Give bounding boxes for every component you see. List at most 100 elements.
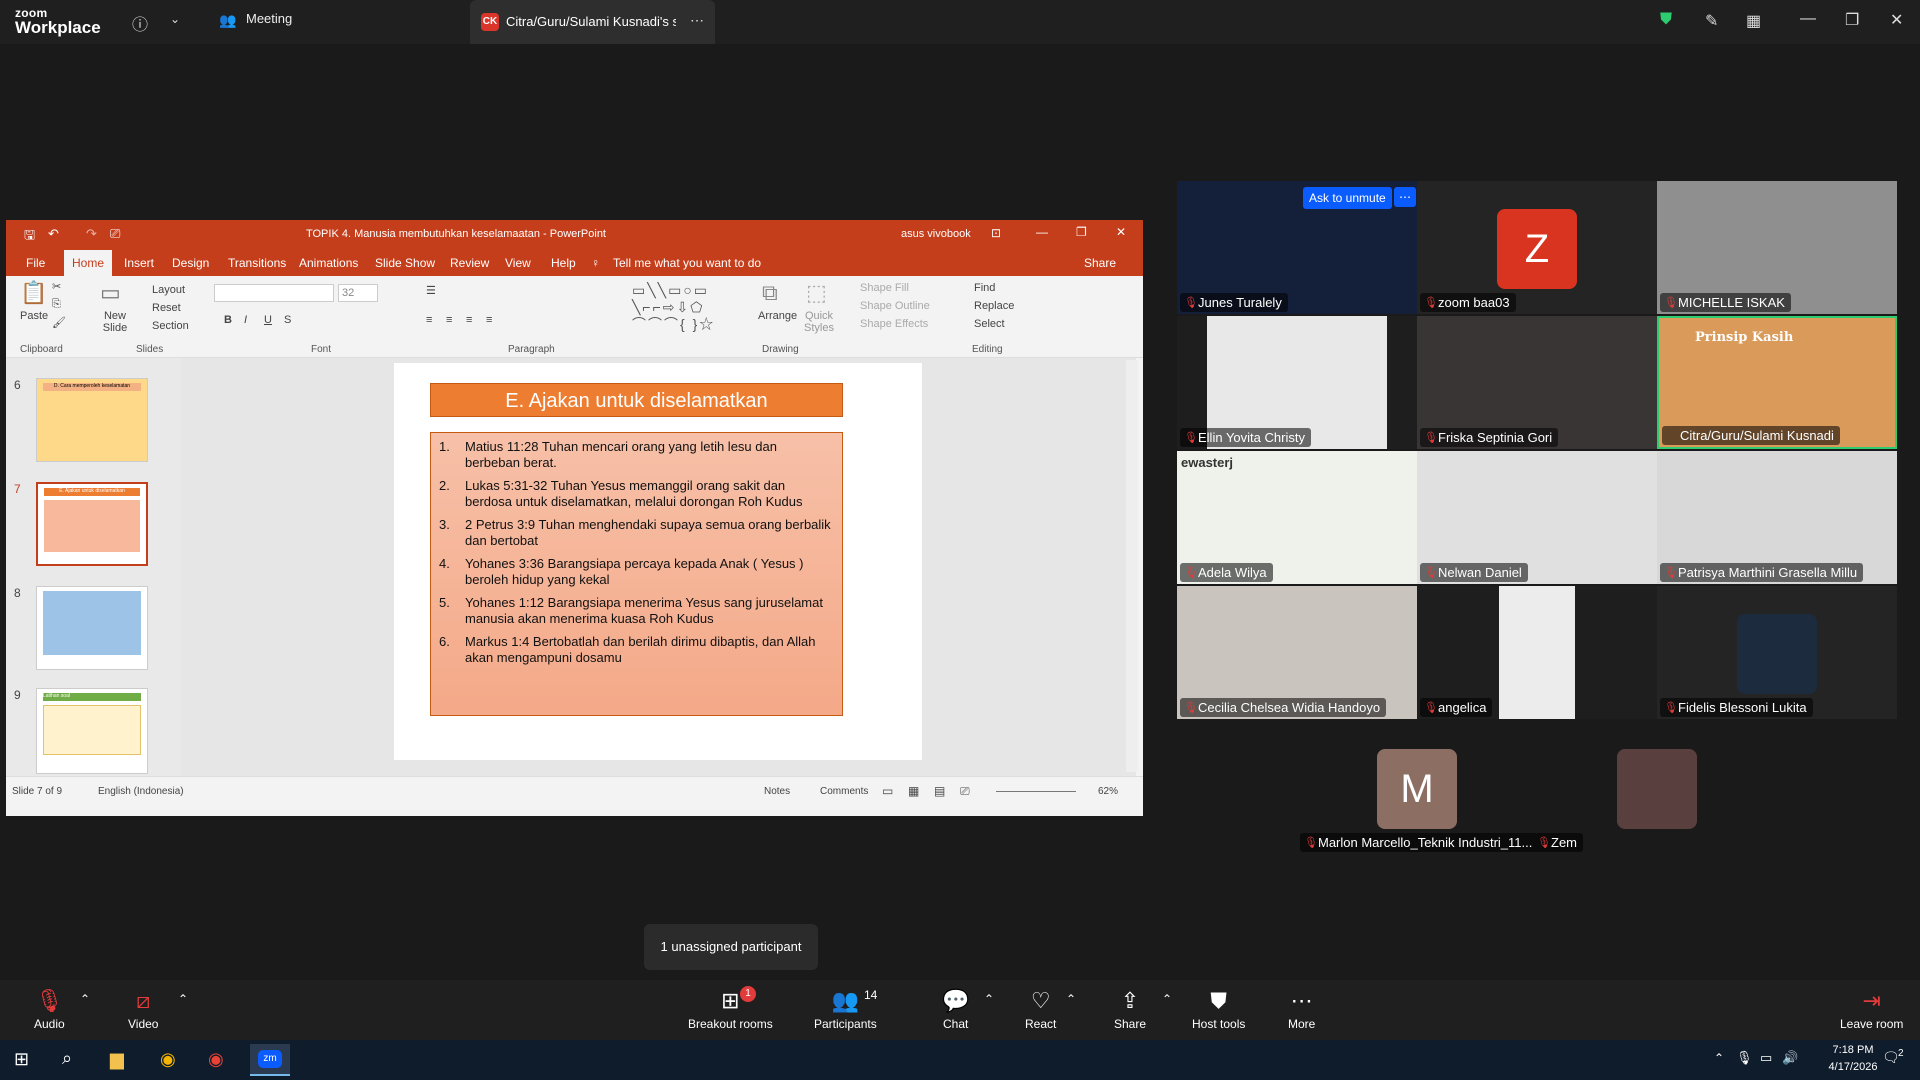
vertical-scrollbar[interactable] [1126,360,1138,772]
new-slide-icon[interactable]: ▭ [100,280,121,306]
menu-animations[interactable]: Animations [299,256,358,270]
tile-more-icon[interactable]: ⋯ [1394,187,1416,207]
video-tile-marlon[interactable]: M 🎙 Marlon Marcello_Teknik Industri_11... [1297,721,1537,854]
align-center-icon[interactable]: ≡ [446,314,452,326]
chat-button[interactable]: 💬 Chat [942,988,969,1031]
justify-icon[interactable]: ≡ [486,314,492,326]
underline-icon[interactable]: U [264,314,272,326]
shadow-icon[interactable]: S [284,314,291,326]
zoom-level[interactable]: 62% [1098,786,1118,797]
paste-button[interactable]: Paste [20,310,48,322]
more-button[interactable]: ⋯ More [1288,988,1315,1031]
menu-review[interactable]: Review [450,256,489,270]
shape-effects-button[interactable]: Shape Effects [860,318,928,330]
bullets-icon[interactable]: ☰ [426,284,436,297]
paste-icon[interactable]: 📋 [20,280,47,306]
tell-me-input[interactable]: Tell me what you want to do [613,256,761,270]
audio-button[interactable]: 🎙 Audio [34,988,65,1031]
more-options-icon[interactable]: ⋯ [690,12,704,29]
search-icon[interactable]: ⌕ [62,1048,72,1069]
react-button[interactable]: ♡ React [1025,988,1056,1031]
video-tile-cecilia[interactable]: 🎙 Cecilia Chelsea Widia Handoyo [1177,586,1417,719]
audio-options-chevron-icon[interactable]: ⌃ [80,992,90,1006]
tray-chevron-icon[interactable]: ⌃ [1714,1051,1724,1065]
share-button[interactable]: ⇪ Share [1114,988,1146,1031]
video-options-chevron-icon[interactable]: ⌃ [178,992,188,1006]
copy-icon[interactable]: ⎘ [52,298,61,311]
video-tile-ellin[interactable]: 🎙 Ellin Yovita Christy [1177,316,1417,449]
ppt-share-button[interactable]: Share [1084,256,1116,270]
replace-button[interactable]: Replace [974,300,1014,312]
ppt-close-icon[interactable]: ✕ [1116,225,1126,239]
file-explorer-icon[interactable]: ▆ [110,1049,124,1070]
arrange-button[interactable]: Arrange [758,310,797,322]
video-tile-patrisya[interactable]: 🎙 Patrisya Marthini Grasella Millu [1657,451,1897,584]
restore-icon[interactable]: ❐ [1845,10,1859,30]
menu-insert[interactable]: Insert [124,256,154,270]
cut-icon[interactable]: ✂ [52,280,61,293]
video-tile-citra-active-speaker[interactable]: Prinsip Kasih Citra/Guru/Sulami Kusnadi [1657,316,1897,449]
video-tile-adela[interactable]: ewasterj 🎙 Adela Wilya [1177,451,1417,584]
align-left-icon[interactable]: ≡ [426,314,432,326]
reading-view-icon[interactable]: ▤ [934,784,945,798]
thumbnail-slide-9[interactable]: Latihan soal [36,688,148,774]
slideshow-view-icon[interactable]: ⎚ [960,784,970,799]
menu-slide-show[interactable]: Slide Show [375,256,435,270]
info-icon[interactable]: ⓘ [132,11,148,35]
slide-title[interactable]: E. Ajakan untuk diselamatkan [430,383,843,417]
breakout-rooms-button[interactable]: ⊞ Breakout rooms 1 [688,986,773,1031]
video-tile-zoom-baa03[interactable]: Z 🎙 zoom baa03 [1417,181,1657,314]
video-tile-nelwan[interactable]: 🎙 Nelwan Daniel [1417,451,1657,584]
react-options-chevron-icon[interactable]: ⌃ [1066,992,1076,1006]
video-tile-fidelis[interactable]: 🎙 Fidelis Blessoni Lukita [1657,586,1897,719]
clock-time[interactable]: 7:18 PM [1815,1044,1891,1056]
layout-button[interactable]: Layout [152,284,185,296]
ribbon-display-icon[interactable]: ⊡ [991,226,1001,240]
layout-icon[interactable]: ▦ [1746,11,1761,31]
ask-to-unmute-button[interactable]: Ask to unmute [1303,187,1392,209]
zoom-taskbar-button[interactable]: zm [250,1044,290,1076]
video-button[interactable]: ⧄ Video [128,988,158,1031]
reset-button[interactable]: Reset [152,302,181,314]
video-tile-friska[interactable]: 🎙 Friska Septinia Gori [1417,316,1657,449]
zoom-slider[interactable] [996,791,1076,792]
pen-icon[interactable]: ✎ [1705,11,1718,31]
chat-options-chevron-icon[interactable]: ⌃ [984,992,994,1006]
format-painter-icon[interactable]: 🖌 [52,316,66,329]
chevron-down-icon[interactable]: ⌄ [170,12,180,26]
notes-button[interactable]: Notes [764,786,790,797]
find-button[interactable]: Find [974,282,995,294]
menu-view[interactable]: View [505,256,531,270]
ppt-restore-icon[interactable]: ❐ [1076,225,1087,239]
video-tile-michelle[interactable]: 🎙 MICHELLE ISKAK [1657,181,1897,314]
font-family-select[interactable] [214,284,334,302]
current-slide[interactable]: E. Ajakan untuk diselamatkan 1. Matius 11… [394,363,922,760]
font-size-select[interactable]: 32 [338,284,378,302]
network-icon[interactable]: ▭ [1760,1050,1772,1066]
video-tile-junes[interactable]: Ask to unmute ⋯ 🎙 Junes Turalely [1177,181,1417,314]
ppt-user[interactable]: asus vivobook [901,228,971,240]
video-tile-angelica[interactable]: 🎙 angelica [1417,586,1657,719]
bold-icon[interactable]: B [224,314,232,326]
menu-help[interactable]: Help [551,256,576,270]
sorter-view-icon[interactable]: ▦ [908,784,919,798]
shapes-gallery[interactable]: ▭╲╲▭○▭ ╲⌐⌐⇨⇩⬠ ⌒⌒⌒{ }☆ [632,282,742,334]
shape-fill-button[interactable]: Shape Fill [860,282,909,294]
chrome-profile-icon[interactable]: ◉ [208,1049,224,1070]
thumbnail-slide-8[interactable] [36,586,148,670]
tab-meeting[interactable]: Meeting [246,11,292,26]
menu-file[interactable]: File [26,256,45,270]
participants-button[interactable]: 👥 Participants 14 [814,988,877,1031]
menu-transitions[interactable]: Transitions [228,256,286,270]
section-button[interactable]: Section [152,320,189,332]
close-icon[interactable]: ✕ [1890,10,1903,30]
video-tile-zem[interactable]: 🎙 Zem [1537,721,1697,854]
shield-icon[interactable]: ⛊ [1660,11,1672,29]
menu-design[interactable]: Design [172,256,209,270]
windows-start-icon[interactable]: ⊞ [14,1049,29,1070]
arrange-icon[interactable]: ⧉ [762,280,778,306]
thumbnail-slide-7[interactable]: E. Ajakan untuk diselamatkan [36,482,148,566]
volume-icon[interactable]: 🔊 [1782,1050,1798,1066]
normal-view-icon[interactable]: ▭ [882,784,893,798]
microphone-tray-icon[interactable]: 🎙 [1736,1050,1753,1066]
